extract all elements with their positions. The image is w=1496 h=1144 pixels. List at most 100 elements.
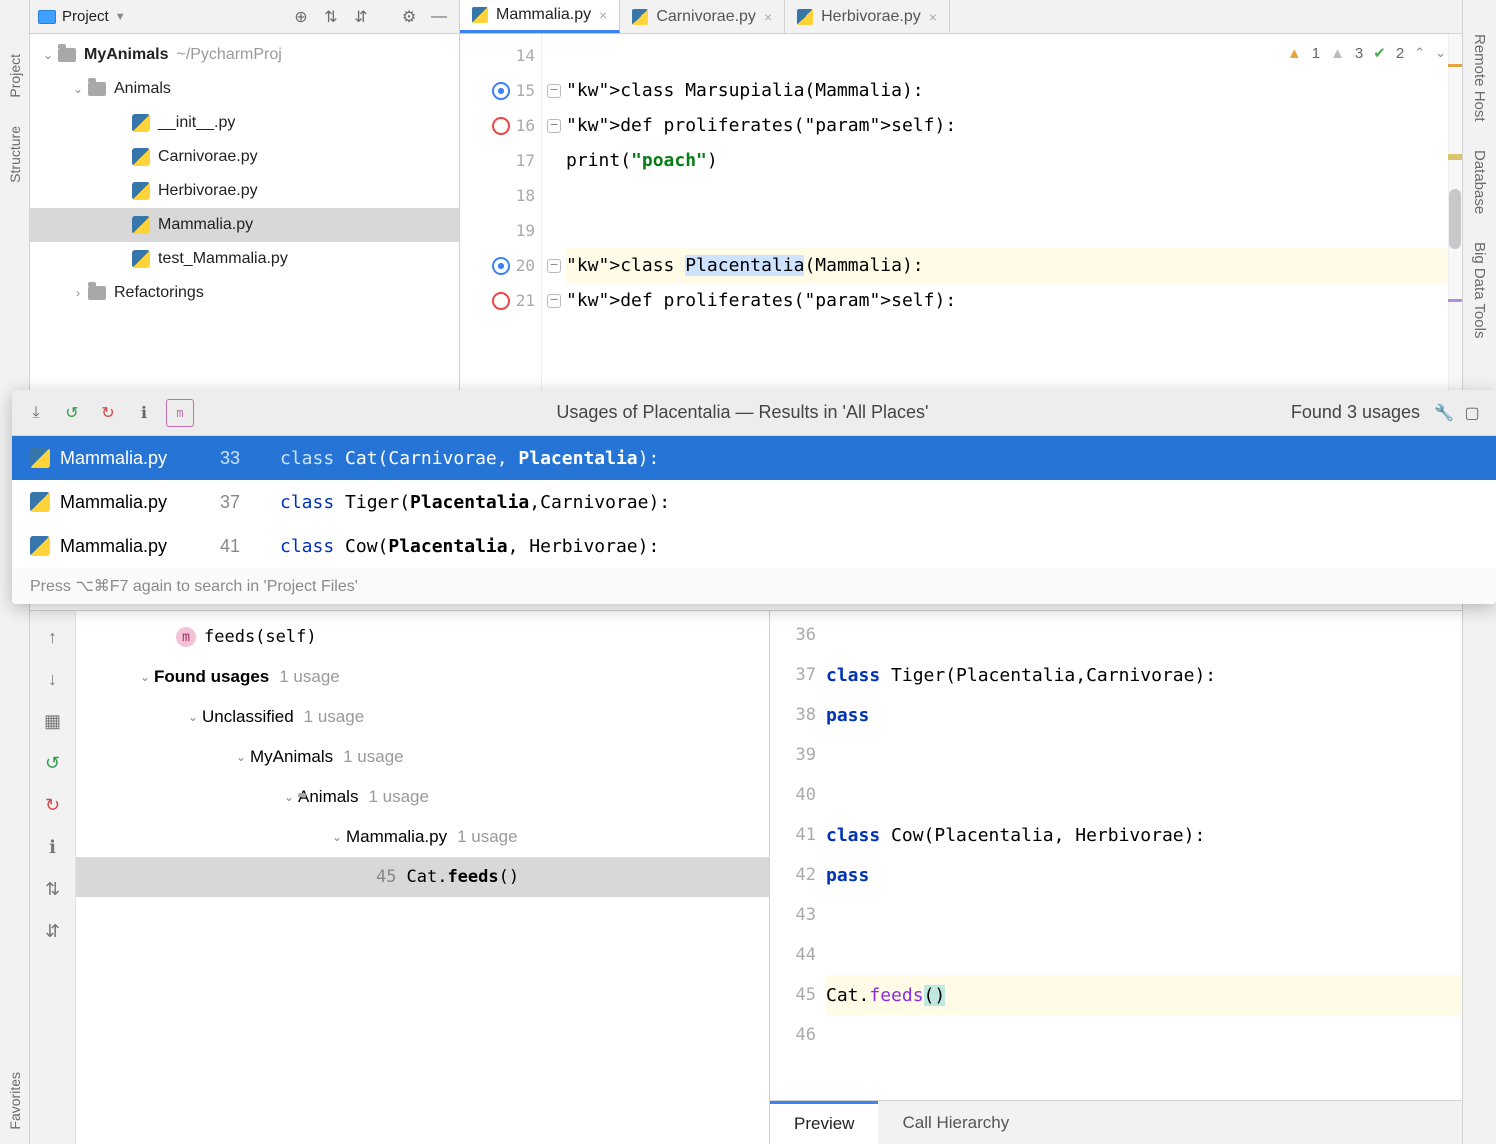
tree-root[interactable]: ⌄ MyAnimals ~/PycharmProj — [30, 38, 459, 72]
scrollbar-mark[interactable] — [1448, 299, 1462, 302]
info-icon[interactable]: ℹ — [130, 399, 158, 427]
tree-leaf-selected[interactable]: 45 Cat.feeds() — [76, 857, 769, 897]
code-line[interactable]: "kw">def proliferates("param">self): — [566, 108, 1462, 143]
scrollbar-mark[interactable] — [1448, 154, 1462, 160]
override-indicator-icon[interactable] — [492, 292, 510, 310]
tab-preview[interactable]: Preview — [770, 1101, 878, 1144]
chevron-down-icon[interactable]: ⌄ — [70, 82, 86, 96]
override-indicator-icon[interactable] — [492, 257, 510, 275]
tree-folder-refactorings[interactable]: › Refactorings — [30, 276, 459, 310]
chevron-down-icon[interactable]: ⌄ — [136, 670, 154, 684]
tree-method[interactable]: m feeds(self) — [76, 617, 769, 657]
code-line[interactable]: class Tiger(Placentalia,Carnivorae): — [826, 655, 1462, 695]
code-line[interactable]: pass — [826, 855, 1462, 895]
preview-code-column[interactable]: class Tiger(Placentalia,Carnivorae): pas… — [826, 611, 1462, 1100]
tab-call-hierarchy[interactable]: Call Hierarchy — [878, 1101, 1033, 1144]
prev-occurrence-icon[interactable]: ↺ — [58, 399, 86, 427]
expand-icon[interactable]: ⇅ — [39, 875, 67, 903]
chevron-down-icon[interactable]: ⌄ — [280, 790, 298, 804]
method-filter-icon[interactable]: m — [166, 399, 194, 427]
tab-carnivorae[interactable]: Carnivorae.py × — [620, 0, 785, 33]
code-line[interactable] — [826, 1015, 1462, 1055]
code-line[interactable]: class Cow(Placentalia, Herbivorae): — [826, 815, 1462, 855]
weak-warning-icon[interactable]: ▲ — [1330, 45, 1345, 62]
usage-row[interactable]: Mammalia.py 33 class Cat(Carnivorae, Pla… — [12, 436, 1496, 480]
gear-icon[interactable]: ⚙ — [397, 5, 421, 29]
fold-toggle[interactable] — [547, 259, 561, 273]
code-line[interactable] — [826, 775, 1462, 815]
close-icon[interactable]: × — [929, 9, 937, 25]
ok-icon[interactable]: ✔ — [1373, 44, 1386, 62]
tool-structure[interactable]: Structure — [7, 126, 23, 183]
scrollbar-mark[interactable] — [1448, 64, 1462, 67]
code-line[interactable]: "kw">class Marsupialia(Mammalia): — [566, 73, 1462, 108]
close-icon[interactable]: × — [764, 9, 772, 25]
chevron-right-icon[interactable]: › — [70, 286, 86, 300]
next-occurrence-icon[interactable]: ↻ — [94, 399, 122, 427]
open-tool-window-icon[interactable]: ⤓ — [22, 399, 50, 427]
editor-body[interactable]: 1415161718192021 "kw">class Marsupialia(… — [460, 34, 1462, 390]
code-line[interactable]: "kw">class Placentalia(Mammalia): — [566, 248, 1462, 283]
code-line[interactable]: pass — [826, 695, 1462, 735]
fold-toggle[interactable] — [547, 84, 561, 98]
override-indicator-icon[interactable] — [492, 117, 510, 135]
usage-row[interactable]: Mammalia.py 41 class Cow(Placentalia, He… — [12, 524, 1496, 568]
nav-up-icon[interactable]: ⌃ — [1414, 45, 1425, 61]
chevron-down-icon[interactable]: ▼ — [115, 11, 126, 23]
locate-icon[interactable]: ⊕ — [289, 5, 313, 29]
tree-file-selected[interactable]: Mammalia.py — [30, 208, 459, 242]
inspection-badges[interactable]: ▲1 ▲3 ✔2 ⌃ ⌄ — [1287, 44, 1446, 62]
fold-toggle[interactable] — [547, 294, 561, 308]
tree-node[interactable]: ⌄Animals1 usage — [76, 777, 769, 817]
usage-row[interactable]: Mammalia.py 37 class Tiger(Placentalia,C… — [12, 480, 1496, 524]
tab-herbivorae[interactable]: Herbivorae.py × — [785, 0, 950, 33]
tree-node[interactable]: ⌄Mammalia.py1 usage — [76, 817, 769, 857]
tab-mammalia[interactable]: Mammalia.py × — [460, 0, 620, 33]
preview-code[interactable]: 3637383940414243444546 class Tiger(Place… — [770, 611, 1462, 1100]
code-line[interactable] — [826, 895, 1462, 935]
code-line[interactable]: print("poach") — [566, 143, 1462, 178]
code-column[interactable]: "kw">class Marsupialia(Mammalia): "kw">d… — [566, 34, 1462, 390]
code-line[interactable]: "kw">def proliferates("param">self): — [566, 283, 1462, 318]
pin-icon[interactable]: ▢ — [1458, 399, 1486, 427]
chevron-down-icon[interactable]: ⌄ — [184, 710, 202, 724]
project-title[interactable]: Project — [62, 8, 109, 25]
chevron-down-icon[interactable]: ⌄ — [328, 830, 346, 844]
code-line[interactable] — [566, 213, 1462, 248]
editor-scrollbar[interactable] — [1448, 34, 1462, 390]
code-line[interactable] — [566, 178, 1462, 213]
chevron-down-icon[interactable]: ⌄ — [232, 750, 250, 764]
tree-node[interactable]: ⌄Unclassified1 usage — [76, 697, 769, 737]
settings-icon[interactable]: 🔧 — [1430, 399, 1458, 427]
close-icon[interactable]: × — [599, 7, 607, 23]
scrollbar-thumb[interactable] — [1449, 189, 1461, 249]
prev-result-icon[interactable]: ↺ — [39, 749, 67, 777]
tree-file[interactable]: test_Mammalia.py — [30, 242, 459, 276]
expand-all-icon[interactable]: ⇅ — [319, 5, 343, 29]
tree-folder-animals[interactable]: ⌄ Animals — [30, 72, 459, 106]
fold-toggle[interactable] — [547, 119, 561, 133]
tree-file[interactable]: Herbivorae.py — [30, 174, 459, 208]
tool-favorites[interactable]: Favorites — [7, 1072, 23, 1130]
code-line[interactable]: Cat.feeds() — [826, 975, 1462, 1015]
code-line[interactable] — [826, 615, 1462, 655]
override-indicator-icon[interactable] — [492, 82, 510, 100]
collapse-icon[interactable]: ⇵ — [39, 917, 67, 945]
code-line[interactable] — [826, 935, 1462, 975]
arrow-up-icon[interactable]: ↑ — [39, 623, 67, 651]
warning-icon[interactable]: ▲ — [1287, 45, 1302, 62]
code-line[interactable] — [826, 735, 1462, 775]
nav-down-icon[interactable]: ⌄ — [1435, 45, 1446, 61]
tree-heading[interactable]: ⌄ Found usages 1 usage — [76, 657, 769, 697]
chevron-down-icon[interactable]: ⌄ — [40, 48, 56, 62]
tree-file[interactable]: __init__.py — [30, 106, 459, 140]
tree-node[interactable]: ⌄MyAnimals1 usage — [76, 737, 769, 777]
arrow-down-icon[interactable]: ↓ — [39, 665, 67, 693]
tool-big-data[interactable]: Big Data Tools — [1471, 242, 1488, 338]
info-icon[interactable]: ℹ — [39, 833, 67, 861]
tree-file[interactable]: Carnivorae.py — [30, 140, 459, 174]
tool-remote-host[interactable]: Remote Host — [1471, 34, 1488, 122]
next-result-icon[interactable]: ↻ — [39, 791, 67, 819]
group-icon[interactable]: ▦ — [39, 707, 67, 735]
collapse-all-icon[interactable]: ⇵ — [349, 5, 373, 29]
